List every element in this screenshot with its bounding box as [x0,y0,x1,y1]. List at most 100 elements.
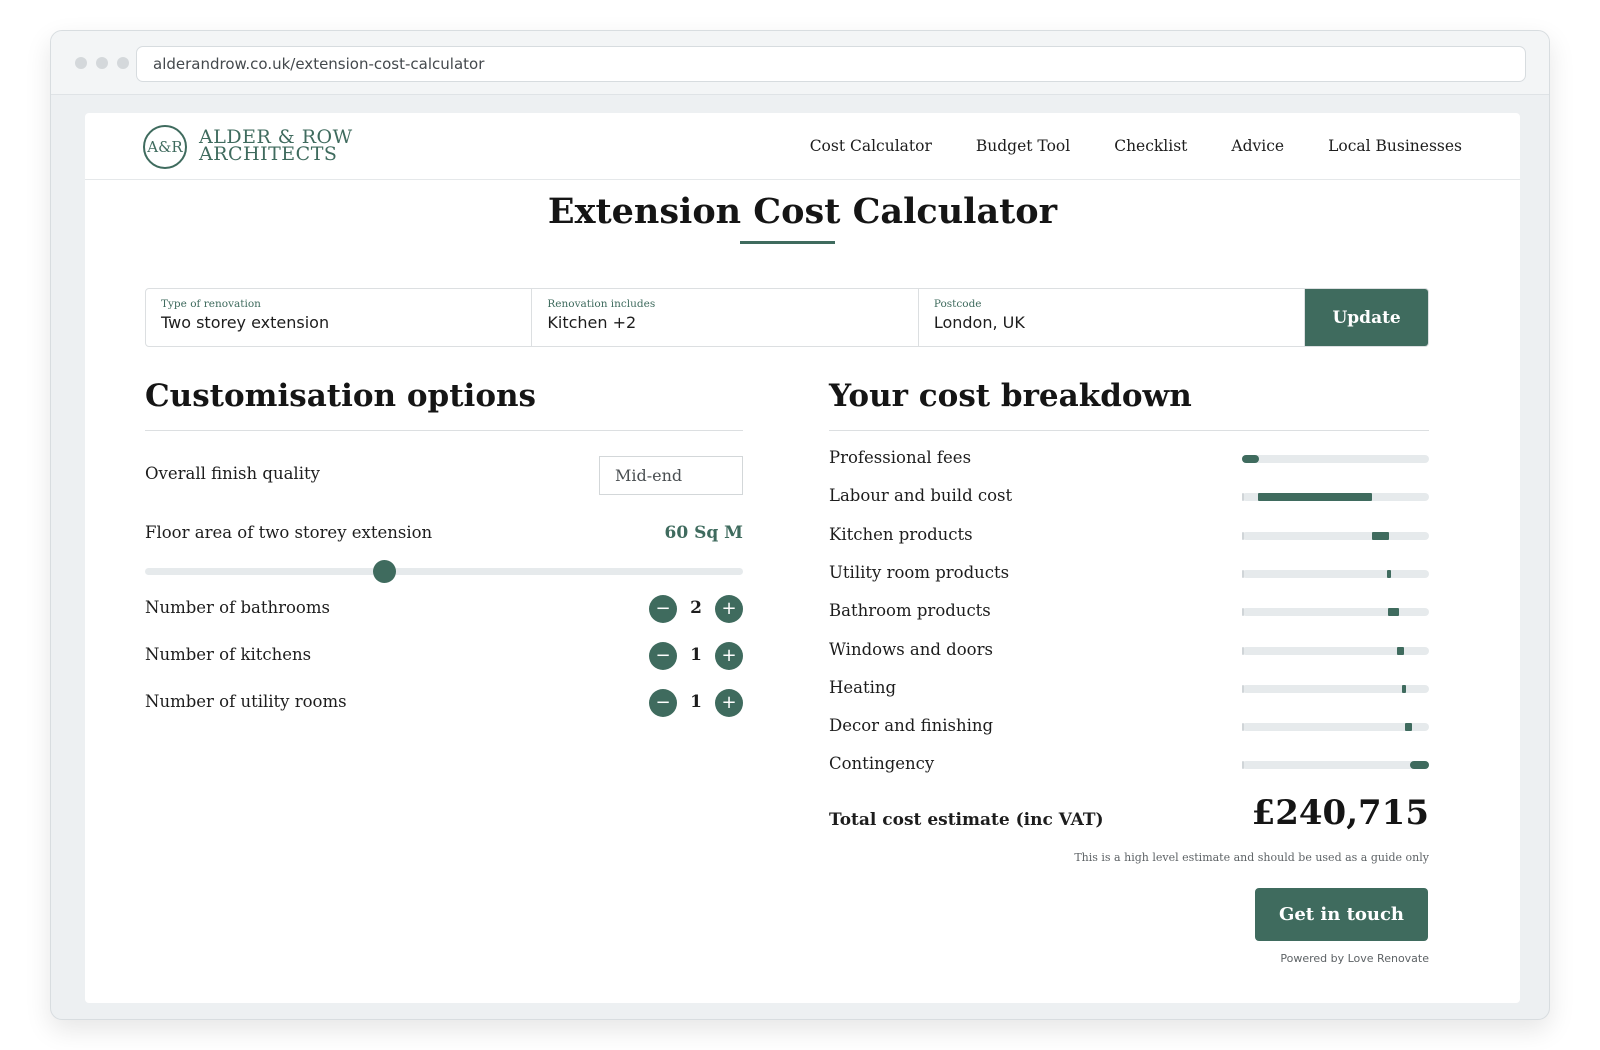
cost-bar-fill [1387,569,1391,578]
kitchens-label: Number of kitchens [145,645,312,664]
cost-bar-fill [1388,608,1399,617]
cost-bar-start-tick [1242,608,1244,617]
cost-label: Decor and finishing [829,716,994,736]
total-label: Total cost estimate (inc VAT) [829,810,1104,830]
title-underline [740,241,835,244]
finish-quality-label: Overall finish quality [145,464,320,483]
renovation-includes-field[interactable]: Renovation includes Kitchen +2 [532,289,919,346]
logo-mark[interactable]: A&R [143,125,187,169]
cost-bar-track [1242,531,1429,540]
cost-bar-start-tick [1242,569,1244,578]
logo-text[interactable]: ALDER & ROW ARCHITECTS [199,128,353,165]
cost-bar-start-tick [1242,723,1244,732]
increase-utility-rooms-button[interactable]: + [715,689,743,717]
cost-row: Professional fees [829,448,1429,472]
cost-bar-track [1242,761,1429,770]
increase-bathrooms-button[interactable]: + [715,595,743,623]
cost-bar-fill [1242,455,1259,463]
cost-row: Utility room products [829,563,1429,587]
cost-label: Utility room products [829,562,1010,582]
cost-bar-start-tick [1242,684,1244,693]
address-bar[interactable]: alderandrow.co.uk/extension-cost-calcula… [136,46,1526,82]
site-header: A&R ALDER & ROW ARCHITECTS Cost Calculat… [85,113,1520,180]
renovation-type-field[interactable]: Type of renovation Two storey extension [146,289,533,346]
cost-bar-start-tick [1242,646,1244,655]
bathrooms-count: 2 [690,598,702,618]
section-divider [829,430,1429,431]
section-divider [145,430,743,431]
cost-bar-fill [1397,646,1404,655]
cost-row: Decor and finishing [829,716,1429,740]
powered-by-text: Powered by Love Renovate [1280,952,1429,965]
decrease-bathrooms-button[interactable]: − [649,595,677,623]
field-value: Two storey extension [161,313,330,332]
field-value: Kitchen +2 [547,313,637,332]
nav-budget-tool[interactable]: Budget Tool [976,137,1070,155]
cost-label: Windows and doors [829,639,993,659]
cost-label: Contingency [829,754,935,774]
decrease-utility-rooms-button[interactable]: − [649,689,677,717]
floor-area-slider[interactable] [145,568,743,575]
increase-kitchens-button[interactable]: + [715,642,743,670]
nav-cost-calculator[interactable]: Cost Calculator [810,137,932,155]
cost-label: Labour and build cost [829,486,1013,506]
field-value: London, UK [933,313,1025,332]
field-label: Type of renovation [161,298,261,310]
floor-area-row: Floor area of two storey extension 60 Sq… [145,523,743,547]
nav-advice[interactable]: Advice [1231,137,1284,155]
window-maximize-dot[interactable] [117,57,129,69]
logo-line-2: ARCHITECTS [199,143,338,165]
cost-label: Heating [829,677,897,697]
cost-bar-fill [1258,493,1372,502]
cost-label: Bathroom products [829,601,991,621]
estimate-disclaimer: This is a high level estimate and should… [1074,851,1429,864]
cost-bar-fill [1402,684,1406,693]
cost-label: Professional fees [829,448,972,467]
page-title: Extension Cost Calculator [547,191,1058,232]
update-button[interactable]: Update [1305,289,1428,346]
slider-handle[interactable] [373,560,396,583]
cost-bar-track [1242,608,1429,617]
nav-checklist[interactable]: Checklist [1114,137,1187,155]
browser-window: alderandrow.co.uk/extension-cost-calcula… [50,30,1550,1020]
cost-bar-track [1242,684,1429,693]
postcode-field[interactable]: Postcode London, UK [919,289,1306,346]
bathrooms-label: Number of bathrooms [145,598,330,617]
breakdown-title: Your cost breakdown [829,378,1192,414]
cost-bar-fill [1405,723,1412,732]
cost-bar-track [1242,493,1429,502]
total-value: £240,715 [1251,793,1429,833]
cost-bar-track [1242,569,1429,578]
floor-area-label: Floor area of two storey extension [145,523,433,542]
cost-bar-start-tick [1242,761,1244,770]
utility-rooms-count: 1 [690,692,702,712]
floor-area-value: 60 Sq M [664,523,743,543]
decrease-kitchens-button[interactable]: − [649,642,677,670]
cost-row: Heating [829,678,1429,702]
cost-bar-track [1242,646,1429,655]
cost-row: Contingency [829,754,1429,778]
utility-rooms-stepper: − 1 + [649,689,743,717]
cost-bar-fill [1410,761,1429,770]
cost-bar-fill [1372,531,1389,540]
renovation-form: Type of renovation Two storey extension … [145,288,1429,347]
finish-quality-select[interactable]: Mid-end [599,456,743,495]
window-close-dot[interactable] [75,57,87,69]
cost-bar-start-tick [1242,531,1244,540]
field-label: Postcode [933,298,982,310]
cost-row: Kitchen products [829,525,1429,549]
cost-row: Bathroom products [829,601,1429,625]
get-in-touch-button[interactable]: Get in touch [1255,888,1428,941]
cost-row: Labour and build cost [829,486,1429,510]
cost-bar-track [1242,455,1429,463]
kitchens-stepper: − 1 + [649,642,743,670]
customisation-title: Customisation options [145,378,536,414]
utility-rooms-label: Number of utility rooms [145,692,347,711]
nav-local-businesses[interactable]: Local Businesses [1328,137,1462,155]
bathrooms-stepper: − 2 + [649,595,743,623]
browser-chrome: alderandrow.co.uk/extension-cost-calcula… [51,31,1549,95]
window-minimize-dot[interactable] [96,57,108,69]
page-content: A&R ALDER & ROW ARCHITECTS Cost Calculat… [85,113,1520,1003]
main-nav: Cost Calculator Budget Tool Checklist Ad… [810,137,1462,155]
cost-bar-track [1242,723,1429,732]
